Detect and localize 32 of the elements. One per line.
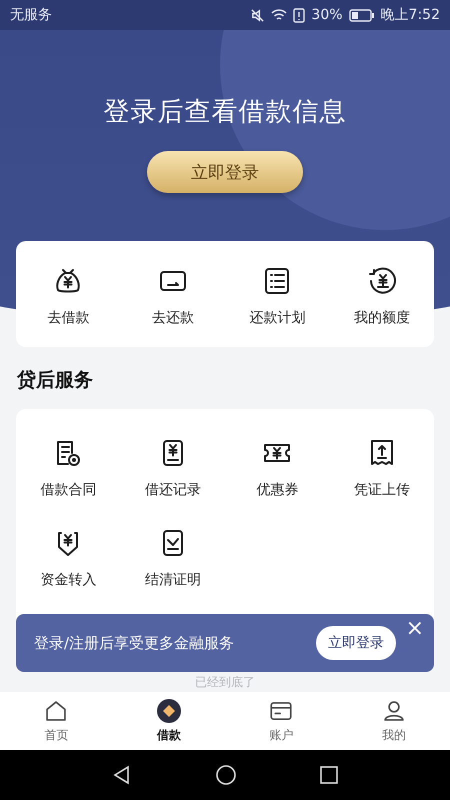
service-item[interactable]: 结清证明 [120, 523, 225, 599]
recents-icon[interactable] [320, 766, 338, 784]
back-icon[interactable] [112, 765, 132, 785]
quick-action[interactable]: 去借款 [16, 261, 120, 337]
hero-title: 登录后查看借款信息 [104, 96, 346, 129]
banner-login-button[interactable]: 立即登录 [316, 626, 396, 660]
service-item[interactable]: 借款合同 [16, 433, 120, 509]
service-item[interactable]: 借还记录 [120, 433, 225, 509]
close-button[interactable]: × [402, 616, 428, 642]
sim-alert-icon [293, 8, 306, 22]
clock-text: 晚上7:52 [380, 6, 440, 24]
tab[interactable]: 我的 [338, 692, 450, 750]
battery-percent: 30% [311, 7, 343, 23]
loan-tab-icon [156, 698, 182, 724]
carrier-text: 无服务 [10, 6, 52, 24]
wifi-icon [271, 8, 288, 22]
service-item[interactable]: 资金转入 [16, 523, 120, 599]
banner-text: 登录/注册后享受更多金融服务 [34, 634, 236, 652]
quick-action[interactable]: 去还款 [120, 261, 225, 337]
tab[interactable]: 借款 [112, 692, 225, 750]
service-item[interactable]: 优惠券 [225, 433, 330, 509]
section-title: 贷后服务 [17, 368, 93, 393]
quick-action[interactable]: 我的额度 [330, 261, 434, 337]
tab[interactable]: 账户 [225, 692, 338, 750]
tab[interactable]: 首页 [0, 692, 112, 750]
end-of-list-text: 已经到底了 [195, 675, 255, 689]
service-item[interactable]: 凭证上传 [330, 433, 434, 509]
quick-action[interactable]: 还款计划 [225, 261, 330, 337]
mute-icon [250, 8, 266, 22]
login-button[interactable]: 立即登录 [147, 151, 303, 193]
home-circle-icon[interactable] [214, 764, 237, 786]
battery-icon [348, 8, 375, 22]
